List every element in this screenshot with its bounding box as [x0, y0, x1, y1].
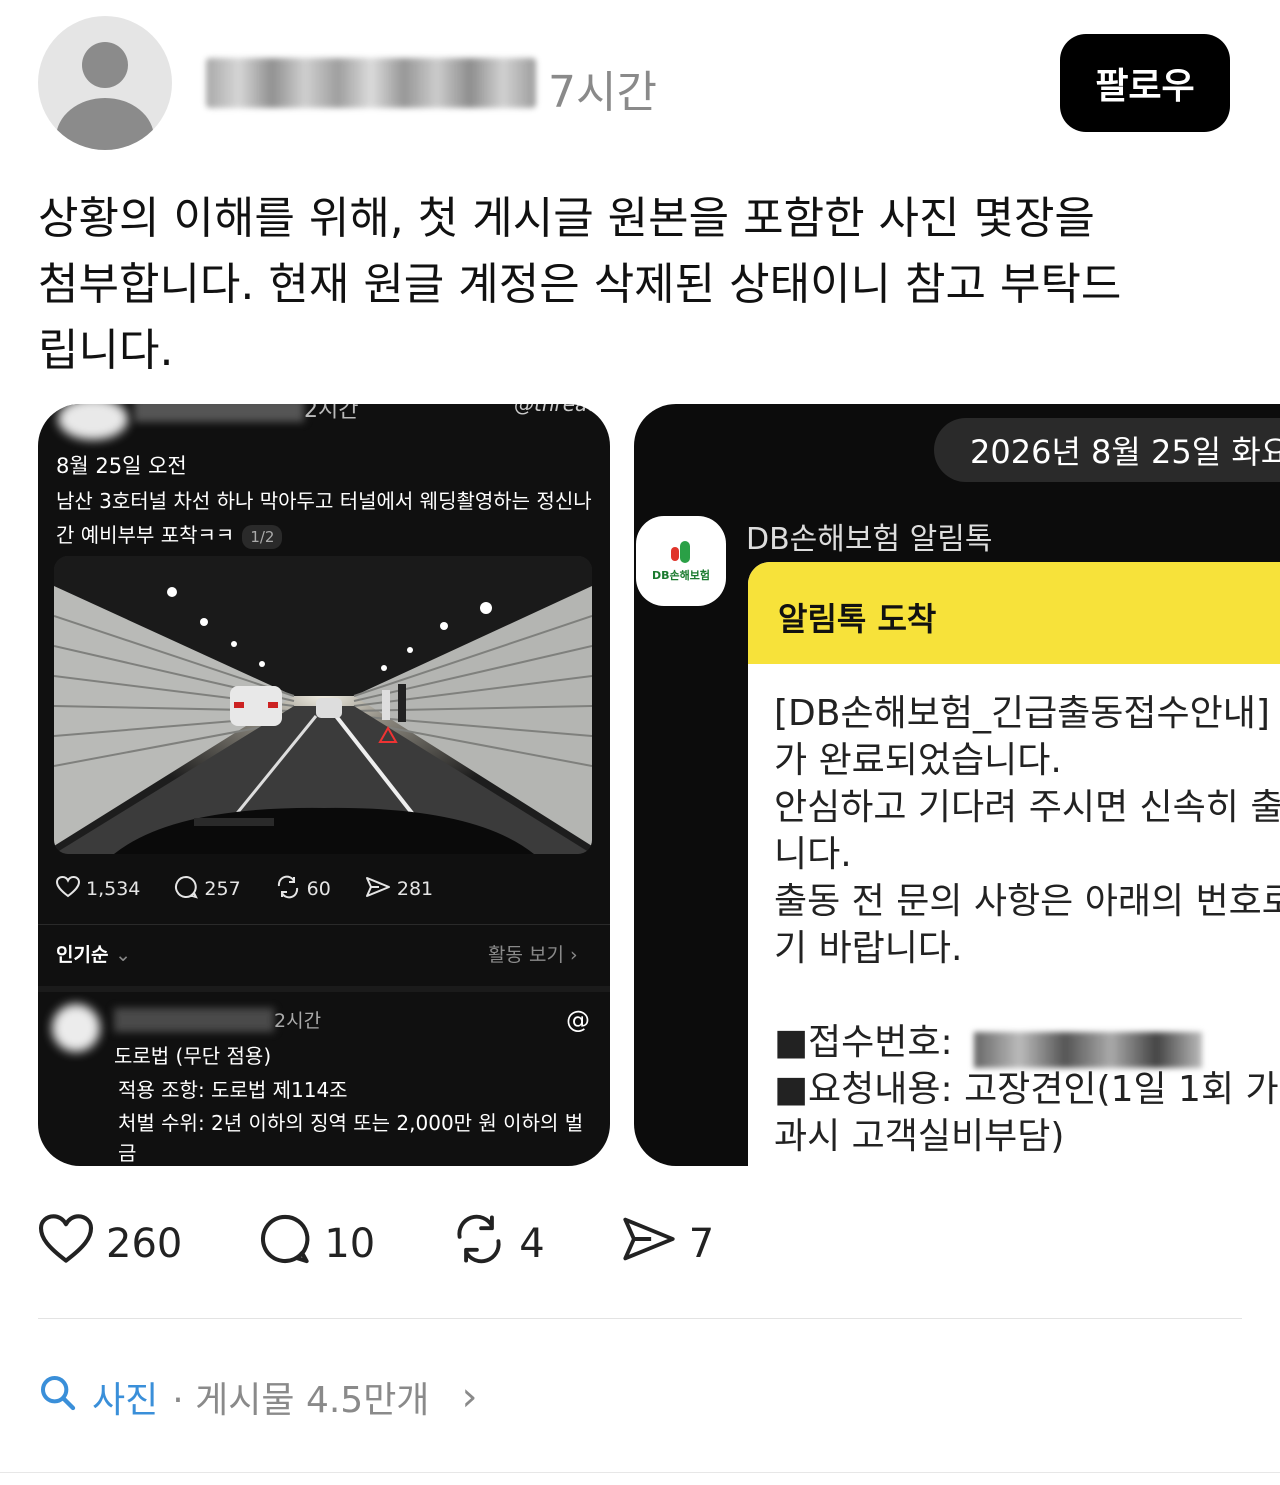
share-count: 7 — [688, 1221, 715, 1267]
db-insurance-logo: DB손해보험 — [636, 516, 726, 606]
comment-line-1: 도로법 (무단 점용) — [114, 1044, 272, 1068]
image1-reposts-count: 60 — [306, 878, 331, 900]
share-icon — [365, 875, 391, 904]
alimtalk-message: [DB손해보험_긴급출동접수안내] 가 완료되었습니다. 안심하고 기다려 주시… — [774, 693, 1280, 1157]
image1-comments-count: 257 — [204, 878, 241, 900]
heart-icon — [55, 875, 81, 903]
image1-stats: 1,534 257 60 281 — [55, 874, 596, 904]
image1-top-brand: @threads — [514, 404, 610, 416]
image1-likes: 1,534 — [55, 875, 141, 903]
image1-shares: 281 — [365, 875, 433, 904]
db-logo-icon — [668, 539, 694, 565]
repost-icon — [275, 875, 301, 904]
bottom-divider — [0, 1472, 1280, 1473]
chat-date-pill: 2026년 8월 25일 화요일 — [934, 418, 1280, 482]
attached-image-1[interactable]: 2시간 @threads 8월 25일 오전 남산 3호터널 차선 하나 막아두… — [38, 404, 610, 1166]
photos-tag-label: 사진 — [92, 1380, 159, 1421]
action-bar: 260 10 4 7 — [38, 1214, 714, 1274]
image1-sort: 인기순 ⌄ — [56, 940, 131, 967]
like-button[interactable]: 260 — [38, 1214, 182, 1274]
comment-count: 10 — [324, 1221, 376, 1267]
image1-date: 8월 25일 오전 — [56, 454, 187, 478]
avatar[interactable] — [38, 16, 172, 150]
image1-sort-label: 인기순 — [56, 944, 109, 966]
blurred-username — [134, 404, 304, 422]
like-count: 260 — [106, 1221, 183, 1267]
chat-sender-name: DB손해보험 알림톡 — [746, 522, 993, 557]
image1-shares-count: 281 — [396, 878, 434, 900]
username-blurred[interactable] — [206, 58, 536, 108]
tunnel-photo-svg — [54, 556, 592, 854]
alimtalk-title: 알림톡 도착 — [778, 600, 937, 638]
image1-title: 남산 3호터널 차선 하나 막아두고 터널에서 웨딩촬영하는 정신나간 예비부부… — [56, 484, 596, 552]
image1-pager: 1/2 — [242, 525, 283, 549]
blurred-receipt-number — [974, 1032, 1202, 1068]
avatar-head-shape — [82, 42, 128, 88]
share-button[interactable]: 7 — [621, 1213, 714, 1275]
chevron-right-icon: › — [461, 1374, 478, 1420]
image1-activity-label: 활동 보기 — [488, 944, 564, 966]
image1-divider — [38, 924, 610, 925]
image1-top-time: 2시간 — [304, 404, 359, 423]
image1-section-divider — [38, 986, 610, 992]
chevron-right-icon: › — [570, 944, 578, 966]
search-icon — [38, 1373, 78, 1422]
comment-time: 2시간 — [274, 1010, 322, 1032]
comment-line-2: 적용 조항: 도로법 제114조 — [118, 1078, 348, 1102]
image1-likes-count: 1,534 — [86, 878, 141, 900]
post-text: 상황의 이해를 위해, 첫 게시글 원본을 포함한 사진 몇장을 첨부합니다. … — [38, 193, 1122, 376]
repost-icon — [451, 1212, 507, 1276]
photos-tag-row[interactable]: 사진 · 게시물 4.5만개 › — [38, 1372, 477, 1422]
heart-icon — [38, 1214, 94, 1274]
attached-image-2[interactable]: 2026년 8월 25일 화요일 DB손해보험 DB손해보험 알림톡 알림톡 도… — [634, 404, 1280, 1166]
comment-username-blurred — [114, 1008, 274, 1032]
alimtalk-bubble: 알림톡 도착 [DB손해보험_긴급출동접수안내] 가 완료되었습니다. 안심하고… — [748, 562, 1280, 1166]
share-icon — [621, 1213, 677, 1275]
post-time: 7시간 — [548, 67, 657, 118]
image1-reposts: 60 — [275, 875, 331, 904]
blurred-avatar — [58, 404, 128, 440]
threads-logo-icon: @ — [566, 1006, 590, 1034]
image1-title-text: 남산 3호터널 차선 하나 막아두고 터널에서 웨딩촬영하는 정신나간 예비부부… — [56, 489, 592, 547]
comment-icon — [258, 1212, 312, 1276]
follow-button[interactable]: 팔로우 — [1060, 34, 1230, 132]
comment-line-3: 처벌 수위: 2년 이하의 징역 또는 2,000만 원 이하의 벌금 — [118, 1111, 584, 1165]
image1-activity: 활동 보기 › — [488, 940, 578, 967]
chevron-down-icon: ⌄ — [115, 944, 131, 966]
comment-avatar-blurred — [52, 1004, 100, 1052]
avatar-body-shape — [56, 98, 154, 150]
section-divider — [38, 1318, 1242, 1319]
repost-button[interactable]: 4 — [451, 1212, 545, 1276]
photos-post-count: · 게시물 4.5만개 — [172, 1380, 430, 1421]
db-logo-text: DB손해보험 — [652, 569, 710, 582]
tunnel-dashcam-photo — [54, 556, 592, 854]
image1-comments: 257 — [174, 875, 241, 904]
comment-icon — [174, 875, 199, 904]
repost-count: 4 — [519, 1221, 545, 1267]
comment-button[interactable]: 10 — [258, 1212, 375, 1276]
